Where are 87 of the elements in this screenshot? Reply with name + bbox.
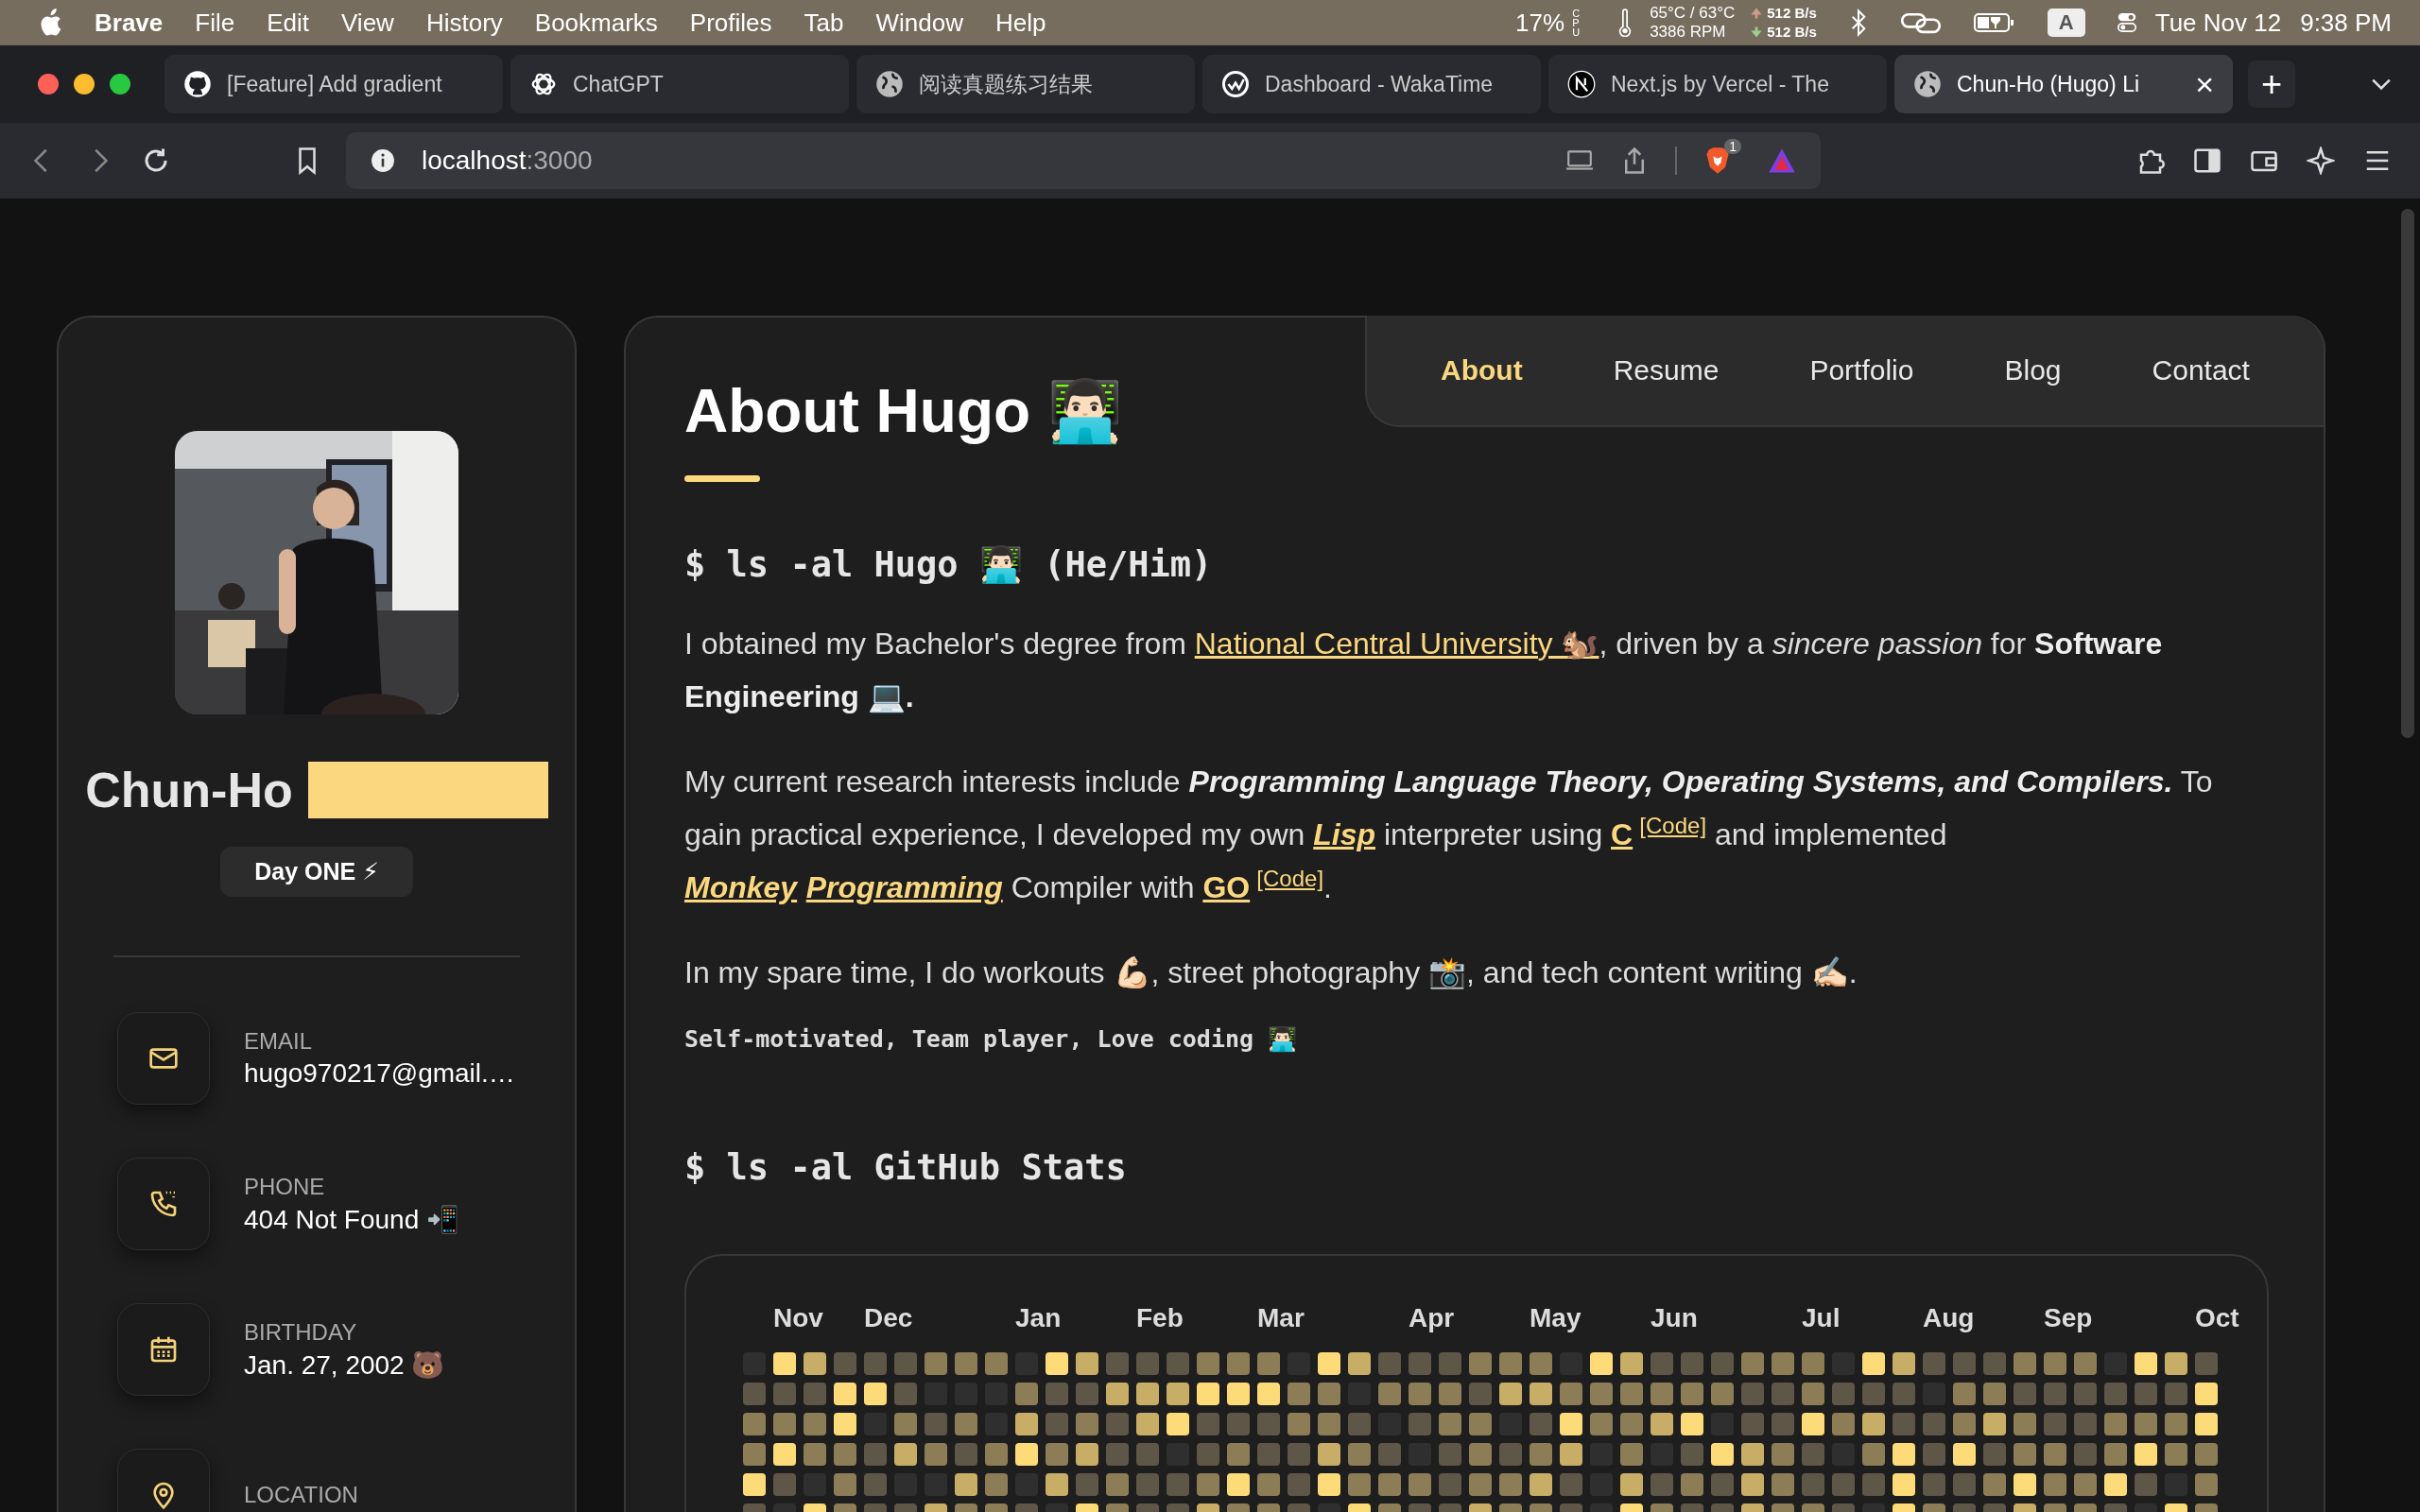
section-heading: $ ls -al GitHub Stats	[684, 1146, 1128, 1188]
browser-tab[interactable]: Next.js by Vercel - The	[1548, 55, 1887, 113]
menu-item[interactable]: File	[195, 8, 235, 38]
chevron-down-icon[interactable]	[2371, 77, 2392, 91]
globe-icon	[1913, 70, 1942, 98]
link[interactable]: Programming	[805, 869, 1003, 904]
browser-tab[interactable]: [Feature] Add gradient	[164, 55, 503, 113]
paragraph: My current research interests include Programming Language Theory, Operating Systems, and Compilers. To gain practical experience, I developed my own Lisp interpreter using C $^{[Code]}$ and implemented Monkey Programming Compiler with GO $^{[Code]}$.	[684, 763, 2214, 906]
shields-count-badge: 1	[1724, 139, 1741, 154]
download-speed: 512 B/s	[1767, 23, 1817, 42]
contact-label: EMAIL	[244, 1028, 314, 1055]
link[interactable]: [Code]	[1639, 812, 1707, 838]
link[interactable]: Monkey	[684, 869, 798, 904]
section-heading: $ ls -al Hugo 👨🏻‍💻 (He/Him)	[684, 543, 1214, 585]
nav-link[interactable]: About	[1441, 354, 1523, 387]
browser-tab[interactable]: Dashboard - WakaTime	[1202, 55, 1541, 113]
browser-tab[interactable]: 阅读真题练习结果	[856, 55, 1195, 113]
menu-item[interactable]: Tab	[804, 8, 844, 38]
github-icon	[183, 70, 212, 98]
link[interactable]: [Code]	[1256, 865, 1324, 891]
tagline: Self-motivated, Team player, Love coding 👨🏻‍💻	[684, 1024, 1299, 1053]
month-label: Nov	[773, 1302, 823, 1333]
month-label: Jul	[1802, 1302, 1841, 1333]
month-label: Oct	[2195, 1302, 2239, 1333]
globe-icon	[875, 70, 904, 98]
menu-item[interactable]: History	[425, 8, 503, 38]
close-tab-button[interactable]: ×	[2195, 65, 2214, 103]
nav-link[interactable]: Portfolio	[1809, 354, 1914, 387]
browser-tab[interactable]: ChatGPT	[510, 55, 849, 113]
next-icon	[1567, 70, 1596, 98]
menu-item[interactable]: Brave	[95, 8, 164, 38]
cpu-label: CPU	[1572, 9, 1582, 37]
contact-label: LOCATION	[244, 1482, 358, 1508]
page-title: About Hugo 👨🏻‍💻	[684, 376, 1123, 447]
temperature-reading: 65°C / 63°C	[1650, 4, 1736, 23]
month-label: Jun	[1651, 1302, 1698, 1333]
zoom-window-button[interactable]	[110, 74, 130, 94]
contact-value: Jan. 27, 2002 🐻	[244, 1349, 445, 1381]
month-label: Aug	[1923, 1302, 1975, 1333]
upload-arrow-icon	[1750, 7, 1764, 20]
address-bar[interactable]: localhost:3000 1	[346, 132, 1821, 189]
contact-label: PHONE	[244, 1173, 326, 1200]
fan-speed: 3386 RPM	[1650, 23, 1727, 42]
menu-item[interactable]: View	[341, 8, 394, 38]
menu-item[interactable]: Bookmarks	[534, 8, 658, 38]
date[interactable]: Tue Nov 12	[2154, 8, 2282, 38]
month-label: Sep	[2044, 1302, 2093, 1333]
month-label: Apr	[1409, 1302, 1455, 1333]
month-label: Feb	[1136, 1302, 1184, 1333]
download-arrow-icon	[1750, 26, 1764, 39]
month-label: Mar	[1257, 1302, 1305, 1333]
month-label: Dec	[864, 1302, 913, 1333]
nav-link[interactable]: Resume	[1613, 354, 1720, 387]
sparkle-icon[interactable]	[2307, 146, 2335, 175]
info-icon[interactable]	[371, 148, 395, 173]
cpu-usage[interactable]: 17%	[1515, 8, 1565, 38]
browser-tab[interactable]: Chun-Ho (Hugo) Li ×	[1894, 55, 2233, 113]
calendar-icon	[148, 1334, 179, 1365]
triangle-icon[interactable]	[1768, 146, 1796, 175]
month-label: Jan	[1015, 1302, 1062, 1333]
link[interactable]: National Central University 🐿	[1194, 626, 1599, 661]
new-tab-button[interactable]: +	[2248, 60, 2295, 108]
link[interactable]: GO	[1202, 869, 1251, 904]
nav-link[interactable]: Blog	[2004, 354, 2062, 387]
nav-link[interactable]: Contact	[2152, 354, 2250, 387]
input-source[interactable]: A	[2047, 9, 2085, 37]
phone-icon	[148, 1189, 179, 1219]
link[interactable]: Lisp	[1313, 816, 1376, 851]
contact-value: 404 Not Found 📲	[244, 1203, 460, 1235]
close-window-button[interactable]	[38, 74, 59, 94]
month-label: May	[1530, 1302, 1582, 1333]
scrollbar-thumb[interactable]	[2401, 209, 2414, 738]
menu-item[interactable]: Profiles	[689, 8, 772, 38]
link[interactable]: C	[1611, 816, 1634, 851]
contact-value: hugo970217@gmail.…	[244, 1058, 515, 1089]
menu-item[interactable]: Help	[994, 8, 1046, 38]
contact-label: BIRTHDAY	[244, 1318, 358, 1346]
minimize-window-button[interactable]	[74, 74, 95, 94]
upload-speed: 512 B/s	[1767, 4, 1817, 23]
profile-name: Chun-Ho	[85, 762, 293, 818]
title-badge: Day ONE ⚡	[220, 847, 413, 897]
menu-item[interactable]: Edit	[267, 8, 309, 38]
sidebar-icon[interactable]	[2193, 146, 2221, 175]
check-circle-icon	[1221, 70, 1250, 98]
menu-item[interactable]: Window	[875, 8, 963, 38]
time[interactable]: 9:38 PM	[2300, 8, 2392, 38]
paragraph: I obtained my Bachelor's degree from National Central University 🐿, driven by a sincere passion for Software Engineering 💻.	[684, 625, 2164, 715]
